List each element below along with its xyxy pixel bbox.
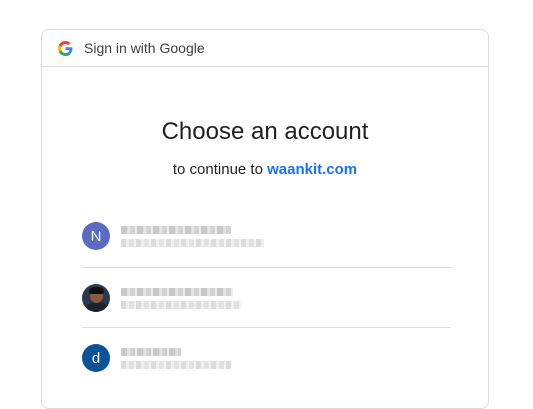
avatar: d [82, 344, 110, 372]
avatar: N [82, 222, 110, 250]
page-title: Choose an account [161, 118, 369, 145]
avatar-hair-shape [89, 287, 104, 294]
site-link[interactable]: waankit.com [267, 161, 357, 178]
redacted-name [121, 347, 181, 356]
account-item[interactable] [82, 267, 451, 328]
redacted-account-info [121, 225, 264, 247]
subtitle-prefix: to continue to [172, 161, 263, 178]
sign-in-card: Sign in with Google Choose an account to… [41, 29, 489, 409]
redacted-email [121, 300, 241, 309]
redacted-email [121, 360, 231, 369]
subtitle: to continue to waankit.com [42, 161, 488, 178]
account-item[interactable]: d [82, 327, 451, 388]
dialog-header: Sign in with Google [42, 30, 488, 67]
redacted-name [121, 287, 233, 296]
avatar-body-shape [85, 302, 109, 312]
avatar-photo [82, 284, 110, 312]
redacted-account-info [121, 347, 231, 369]
account-item[interactable]: N [82, 206, 451, 266]
header-title: Sign in with Google [84, 40, 205, 56]
redacted-name [121, 225, 231, 234]
google-g-icon [58, 40, 73, 56]
redacted-email [121, 238, 264, 247]
redacted-account-info [121, 287, 241, 309]
